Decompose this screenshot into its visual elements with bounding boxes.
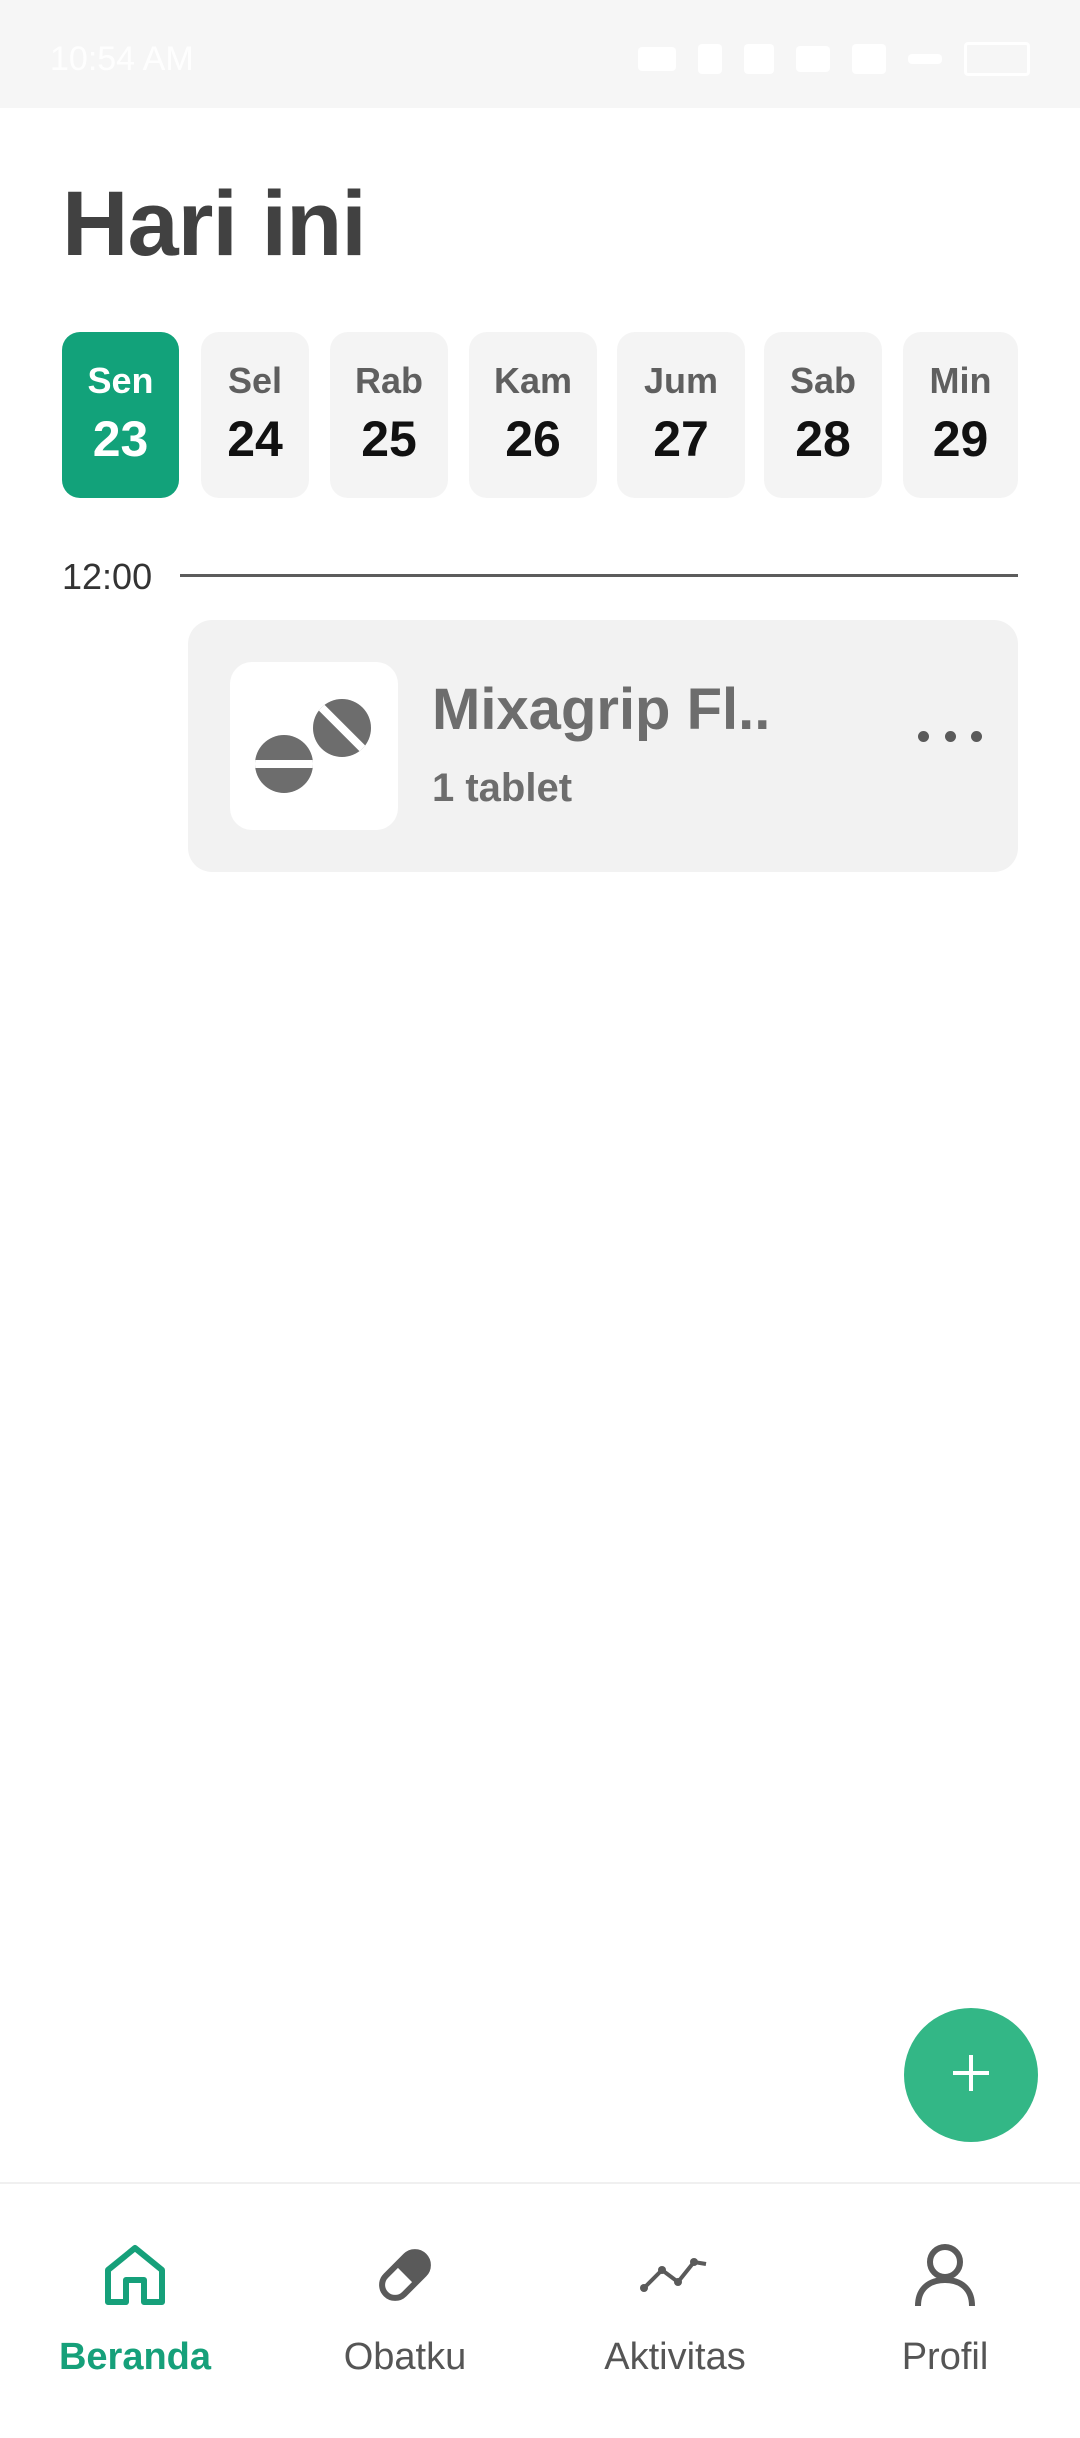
home-icon [100, 2240, 170, 2315]
day-chip-jum[interactable]: Jum 27 [617, 332, 745, 498]
pills-icon [230, 699, 398, 834]
day-name: Jum [643, 360, 719, 401]
vibrate-icon [698, 44, 722, 74]
nav-item-beranda[interactable]: Beranda [0, 2184, 270, 2438]
page-title: Hari ini [62, 173, 367, 275]
nav-item-aktivitas[interactable]: Aktivitas [540, 2184, 810, 2438]
signal-icon [852, 44, 886, 74]
status-time: 10:54 AM [50, 40, 194, 78]
more-horizontal-icon[interactable] [918, 716, 982, 756]
medication-name: Mixagrip Fl.. [432, 677, 771, 742]
medication-dose: 1 tablet [432, 766, 573, 810]
day-name: Sen [87, 360, 154, 401]
signal2-icon [908, 54, 942, 64]
user-icon [910, 2240, 980, 2315]
day-chip-rab[interactable]: Rab 25 [330, 332, 448, 498]
day-chip-sab[interactable]: Sab 28 [764, 332, 882, 498]
activity-icon [640, 2240, 710, 2315]
status-icons [638, 42, 1030, 76]
day-number: 26 [505, 411, 561, 467]
day-chip-sel[interactable]: Sel 24 [201, 332, 309, 498]
day-number: 29 [932, 411, 989, 467]
day-number: 25 [361, 411, 417, 467]
nav-label: Obatku [343, 2336, 467, 2378]
nav-label: Profil [901, 2336, 989, 2378]
day-chip-kam[interactable]: Kam 26 [469, 332, 597, 498]
nav-item-obatku[interactable]: Obatku [270, 2184, 540, 2438]
plus-icon [949, 2051, 993, 2100]
day-number: 23 [92, 411, 149, 467]
day-name: Sab [789, 360, 857, 401]
day-number: 24 [227, 411, 283, 467]
schedule-time: 12:00 [62, 556, 153, 597]
wifi-icon [796, 46, 830, 72]
nav-label: Beranda [58, 2336, 212, 2378]
medication-card[interactable]: Mixagrip Fl.. 1 tablet [188, 620, 1018, 872]
day-name: Min [929, 360, 992, 401]
pill-icon [370, 2240, 440, 2315]
nfc-icon [638, 47, 676, 71]
time-divider [180, 574, 1018, 577]
day-name: Kam [493, 360, 573, 401]
battery-icon [964, 42, 1030, 76]
day-number: 27 [653, 411, 709, 467]
day-chip-min[interactable]: Min 29 [903, 332, 1018, 498]
day-chip-sen[interactable]: Sen 23 [62, 332, 179, 498]
day-number: 28 [795, 411, 851, 467]
medication-icon-box [230, 662, 398, 830]
nav-label: Aktivitas [604, 2336, 746, 2378]
bottom-nav: Beranda Obatku Aktivitas Profil [0, 2182, 1080, 2438]
day-name: Sel [227, 360, 283, 401]
day-name: Rab [354, 360, 423, 401]
data-icon [744, 44, 774, 74]
nav-item-profil[interactable]: Profil [810, 2184, 1080, 2438]
status-bar: 10:54 AM [0, 0, 1080, 108]
add-button[interactable] [904, 2008, 1038, 2142]
